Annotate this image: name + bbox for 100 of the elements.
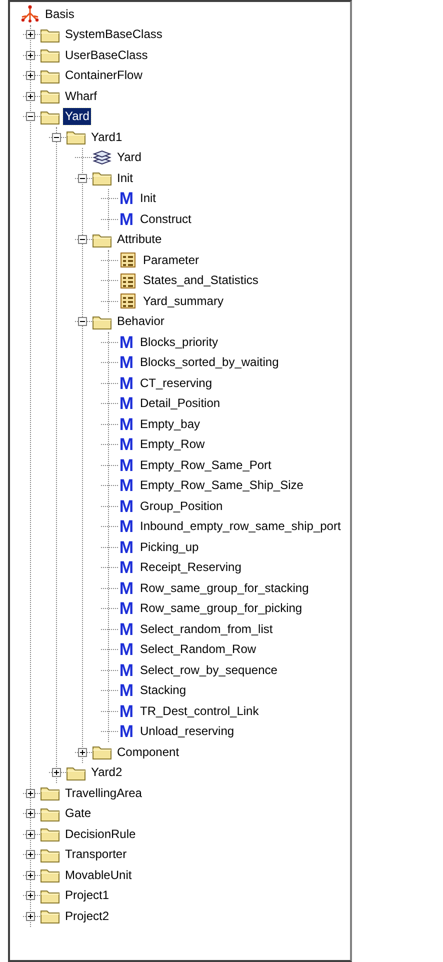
folder-icon xyxy=(40,867,60,884)
expand-toggle[interactable] xyxy=(26,891,35,900)
tree-icon xyxy=(20,5,40,24)
tree-item[interactable]: Yard1 xyxy=(89,128,124,146)
tree-item[interactable]: Select_Random_Row xyxy=(138,641,258,658)
tree-item[interactable]: Picking_up xyxy=(138,538,201,556)
expand-toggle[interactable] xyxy=(52,768,61,778)
collapse-toggle[interactable] xyxy=(26,112,35,122)
folder-icon xyxy=(66,764,86,781)
tree-item[interactable]: Init xyxy=(115,170,136,187)
folder-icon xyxy=(40,908,60,924)
folder-icon xyxy=(40,26,60,43)
folder-icon xyxy=(40,108,60,125)
tree-item[interactable]: Yard_summary xyxy=(141,292,226,310)
tree-item[interactable]: Yard2 xyxy=(89,764,124,782)
expand-toggle[interactable] xyxy=(26,92,35,101)
tree-item[interactable]: Project1 xyxy=(63,887,112,904)
tree-item[interactable]: Gate xyxy=(63,805,94,822)
tree-item[interactable]: ContainerFlow xyxy=(63,67,144,84)
method-icon: M xyxy=(118,538,135,556)
table-icon xyxy=(118,272,138,289)
tree-item[interactable]: Wharf xyxy=(63,88,100,105)
tree-item[interactable]: Attribute xyxy=(115,231,164,248)
tree-item[interactable]: Construct xyxy=(138,210,194,228)
table-icon xyxy=(118,252,138,268)
method-icon: M xyxy=(118,210,135,228)
tree-item[interactable]: Blocks_sorted_by_waiting xyxy=(138,354,281,372)
tree-item[interactable]: Stacking xyxy=(138,682,188,700)
method-icon: M xyxy=(118,559,135,576)
method-icon: M xyxy=(118,334,135,351)
tree-item[interactable]: UserBaseClass xyxy=(63,46,150,64)
tree-item[interactable]: Empty_Row_Same_Ship_Size xyxy=(138,477,306,494)
tree-item[interactable]: Blocks_priority xyxy=(138,334,220,351)
method-icon: M xyxy=(118,416,135,433)
method-icon: M xyxy=(118,395,135,412)
tree-item[interactable]: Empty_Row_Same_Port xyxy=(138,456,274,474)
expand-toggle[interactable] xyxy=(78,748,87,757)
method-icon: M xyxy=(118,723,135,740)
expand-toggle[interactable] xyxy=(26,850,35,860)
method-icon: M xyxy=(118,374,135,392)
tree-item[interactable]: Project2 xyxy=(63,908,112,925)
tree-item[interactable]: Unload_reserving xyxy=(138,723,236,740)
tree-item[interactable]: TR_Dest_control_Link xyxy=(138,702,261,720)
expand-toggle[interactable] xyxy=(26,71,35,80)
tree-item[interactable]: MovableUnit xyxy=(63,866,134,884)
expand-toggle[interactable] xyxy=(26,912,35,921)
folder-icon xyxy=(92,744,112,760)
folder-icon xyxy=(92,170,112,186)
tree-item[interactable]: Parameter xyxy=(141,252,202,269)
tree-item[interactable]: Select_random_from_list xyxy=(138,620,275,638)
expand-toggle[interactable] xyxy=(26,30,35,40)
expand-toggle[interactable] xyxy=(26,788,35,798)
folder-icon xyxy=(92,314,112,330)
method-icon: M xyxy=(118,641,135,658)
folder-icon xyxy=(40,826,60,842)
tree-item[interactable]: Detail_Position xyxy=(138,395,222,412)
layers-icon xyxy=(92,150,112,166)
tree-item[interactable]: Row_same_group_for_picking xyxy=(138,600,304,618)
method-icon: M xyxy=(118,662,135,679)
folder-icon xyxy=(40,88,60,104)
tree-item[interactable]: Group_Position xyxy=(138,498,225,515)
tree-item[interactable]: Behavior xyxy=(115,313,166,330)
collapse-toggle[interactable] xyxy=(52,132,61,142)
expand-toggle[interactable] xyxy=(26,809,35,818)
tree-item[interactable]: Init xyxy=(138,190,158,208)
tree-item[interactable]: States_and_Statistics xyxy=(141,272,260,290)
tree-item[interactable]: Receipt_Reserving xyxy=(138,559,244,576)
tree-item[interactable]: Row_same_group_for_stacking xyxy=(138,580,311,597)
tree-item[interactable]: Yard xyxy=(63,108,92,126)
tree-item[interactable]: Component xyxy=(115,744,182,761)
tree-item[interactable]: Yard xyxy=(115,149,144,166)
folder-icon xyxy=(40,68,60,84)
tree-item[interactable]: Empty_bay xyxy=(138,416,202,433)
folder-icon xyxy=(40,47,60,64)
collapse-toggle[interactable] xyxy=(78,235,87,244)
method-icon: M xyxy=(118,477,135,494)
method-icon: M xyxy=(118,190,135,208)
method-icon: M xyxy=(118,682,135,700)
method-icon: M xyxy=(118,436,135,454)
method-icon: M xyxy=(118,456,135,474)
tree-item[interactable]: Empty_Row xyxy=(138,436,207,454)
method-icon: M xyxy=(118,600,135,618)
tree-item[interactable]: SystemBaseClass xyxy=(63,26,164,44)
tree-item[interactable]: Basis xyxy=(43,6,76,23)
expand-toggle[interactable] xyxy=(26,50,35,60)
tree-item[interactable]: Select_row_by_sequence xyxy=(138,662,280,679)
expand-toggle[interactable] xyxy=(26,870,35,880)
expand-toggle[interactable] xyxy=(26,830,35,839)
folder-icon xyxy=(40,846,60,863)
method-icon: M xyxy=(118,498,135,515)
folder-icon xyxy=(40,888,60,904)
tree-item[interactable]: DecisionRule xyxy=(63,826,138,843)
tree-item[interactable]: CT_reserving xyxy=(138,374,214,392)
folder-icon xyxy=(92,232,112,248)
table-icon xyxy=(118,293,138,310)
tree-item[interactable]: Inbound_empty_row_same_ship_port xyxy=(138,518,343,536)
collapse-toggle[interactable] xyxy=(78,317,87,326)
tree-item[interactable]: TravellingArea xyxy=(63,784,144,802)
collapse-toggle[interactable] xyxy=(78,174,87,183)
tree-item[interactable]: Transporter xyxy=(63,846,129,864)
